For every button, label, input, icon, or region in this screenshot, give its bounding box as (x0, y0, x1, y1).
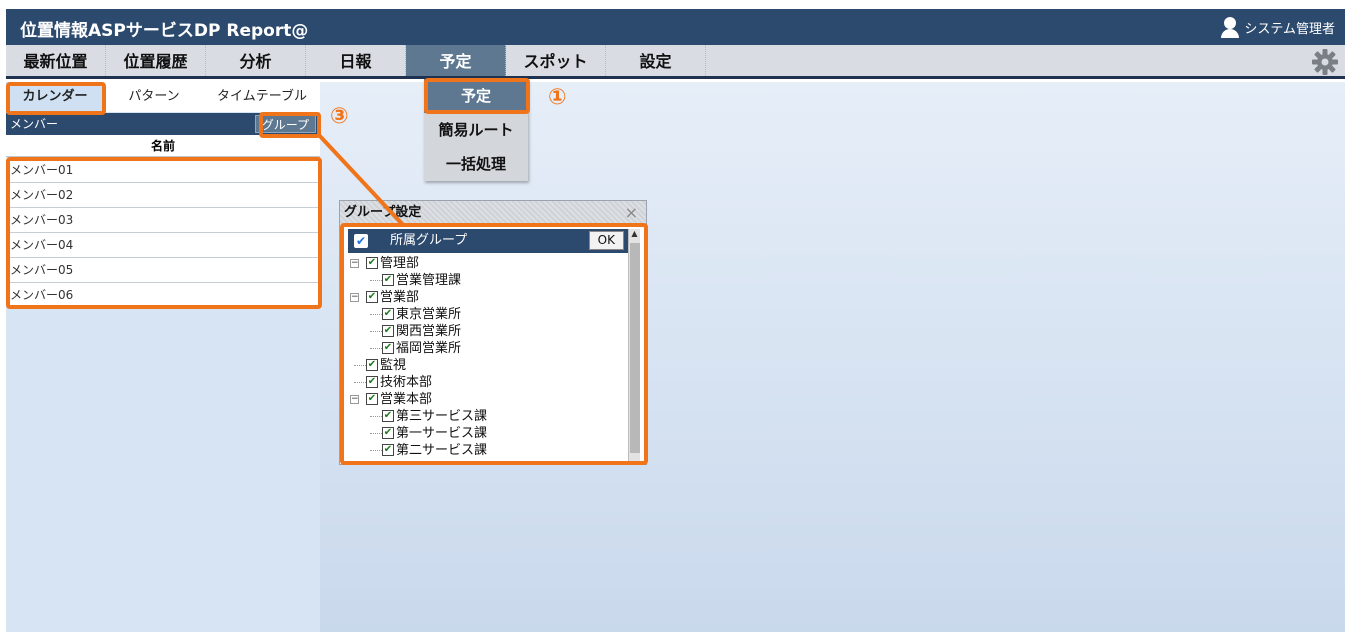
tree-node[interactable]: − ✔ 管理部 (348, 255, 628, 272)
column-header-name[interactable]: 名前 (6, 135, 320, 157)
tree-node[interactable]: − ✔ 営業部 (348, 289, 628, 306)
tree-node[interactable]: ✔ 技術本部 (348, 374, 628, 391)
nav-schedule[interactable]: 予定 (406, 45, 506, 76)
group-checkbox[interactable]: ✔ (382, 342, 394, 354)
group-checkbox[interactable]: ✔ (382, 274, 394, 286)
member-list: メンバー01 メンバー02 メンバー03 メンバー04 メンバー05 メンバー0… (6, 158, 320, 308)
tree-node[interactable]: ✔ 第三サービス課 (348, 408, 628, 425)
tree-line (370, 450, 382, 451)
tree-node[interactable]: ✔ 福岡営業所 (348, 340, 628, 357)
scroll-thumb[interactable] (630, 243, 640, 453)
list-item[interactable]: メンバー05 (6, 258, 320, 283)
title-bar: 位置情報ASPサービスDP Report@ システム管理者 (6, 9, 1345, 45)
tree-node-label: 営業本部 (380, 392, 433, 407)
collapse-icon[interactable]: − (350, 293, 359, 302)
marker-one: ① (548, 85, 567, 110)
tree-line (370, 416, 382, 417)
group-checkbox[interactable]: ✔ (382, 410, 394, 422)
tree-node[interactable]: − ✔ 営業本部 (348, 391, 628, 408)
schedule-dropdown: 予定 簡易ルート 一括処理 (424, 79, 528, 181)
tree-node-label: 東京営業所 (396, 307, 462, 322)
group-checkbox[interactable]: ✔ (382, 308, 394, 320)
user-menu[interactable]: システム管理者 (1220, 17, 1335, 38)
tree-line (354, 382, 366, 383)
tree-node[interactable]: ✔ 東京営業所 (348, 306, 628, 323)
tree-node-label: 福岡営業所 (396, 341, 462, 356)
member-header: メンバー グループ (6, 113, 320, 135)
tree-line (370, 280, 382, 281)
select-all-checkbox[interactable]: ✔ (354, 234, 368, 248)
tree-line (370, 348, 382, 349)
group-checkbox[interactable]: ✔ (382, 427, 394, 439)
group-checkbox[interactable]: ✔ (366, 257, 378, 269)
gear-icon[interactable] (1311, 48, 1339, 76)
nav-latest-position[interactable]: 最新位置 (6, 45, 106, 76)
app-title: 位置情報ASPサービスDP Report@ (20, 21, 309, 41)
nav-daily-report[interactable]: 日報 (306, 45, 406, 76)
close-icon[interactable]: × (625, 201, 638, 225)
tree-node-label: 営業部 (380, 290, 420, 305)
group-header-label: 所属グループ (390, 233, 468, 248)
menu-item-batch[interactable]: 一括処理 (424, 147, 528, 181)
group-button[interactable]: グループ (254, 115, 316, 133)
user-name: システム管理者 (1244, 21, 1335, 37)
list-item[interactable]: メンバー06 (6, 283, 320, 308)
scrollbar[interactable]: ▲ (628, 229, 640, 463)
main-nav: 最新位置 位置履歴 分析 日報 予定 スポット 設定 (6, 45, 1345, 79)
tree-node-label: 第三サービス課 (396, 409, 488, 424)
tree-node-label: 技術本部 (380, 375, 433, 390)
group-checkbox[interactable]: ✔ (366, 291, 378, 303)
menu-item-schedule[interactable]: 予定 (424, 79, 528, 113)
ok-button[interactable]: OK (588, 231, 624, 250)
group-checkbox[interactable]: ✔ (382, 325, 394, 337)
tree-line (370, 433, 382, 434)
nav-position-history[interactable]: 位置履歴 (106, 45, 206, 76)
tab-pattern[interactable]: パターン (104, 82, 204, 112)
dialog-title[interactable]: グループ設定 × (340, 201, 646, 225)
tree-line (354, 365, 366, 366)
tree-node[interactable]: ✔ 関西営業所 (348, 323, 628, 340)
tree-node[interactable]: ✔ 第二サービス課 (348, 442, 628, 459)
tree-node-label: 関西営業所 (396, 324, 462, 339)
collapse-icon[interactable]: − (350, 395, 359, 404)
group-checkbox[interactable]: ✔ (366, 359, 378, 371)
user-icon (1220, 17, 1240, 38)
list-item[interactable]: メンバー03 (6, 208, 320, 233)
tree-node-label: 第一サービス課 (396, 426, 488, 441)
group-checkbox[interactable]: ✔ (366, 376, 378, 388)
group-tree: − ✔ 管理部 ✔ 営業管理課 − ✔ 営業部 ✔ 東京営業所 ✔ 関西営業所 ✔ 福岡営業所 ✔ 監視 ✔ 技術… (348, 255, 628, 461)
tree-node-label: 監視 (380, 358, 407, 373)
tree-node-label: 第二サービス課 (396, 443, 488, 458)
marker-three: ③ (330, 104, 349, 129)
tree-node[interactable]: ✔ 監視 (348, 357, 628, 374)
group-settings-dialog: グループ設定 × ✔ 所属グループ OK ▲ − ✔ 管理部 ✔ 営業管理課 − ✔ 営業部 ✔… (339, 200, 647, 465)
tree-node-label: 管理部 (380, 256, 420, 271)
scroll-up-icon[interactable]: ▲ (629, 229, 640, 238)
nav-analysis[interactable]: 分析 (206, 45, 306, 76)
tab-timetable[interactable]: タイムテーブル (204, 82, 320, 112)
dialog-title-text: グループ設定 (344, 205, 422, 220)
nav-settings[interactable]: 設定 (606, 45, 706, 76)
tree-line (370, 314, 382, 315)
member-panel: カレンダー パターン タイムテーブル メンバー グループ 名前 メンバー01 メ… (6, 82, 320, 632)
sub-nav: カレンダー パターン タイムテーブル (6, 82, 320, 112)
nav-spot[interactable]: スポット (506, 45, 606, 76)
list-item[interactable]: メンバー01 (6, 158, 320, 183)
tree-node[interactable]: ✔ 営業管理課 (348, 272, 628, 289)
tree-line (370, 331, 382, 332)
list-item[interactable]: メンバー04 (6, 233, 320, 258)
tree-node-label: 営業管理課 (396, 273, 462, 288)
collapse-icon[interactable]: − (350, 259, 359, 268)
list-item[interactable]: メンバー02 (6, 183, 320, 208)
group-checkbox[interactable]: ✔ (382, 444, 394, 456)
menu-item-simple-route[interactable]: 簡易ルート (424, 113, 528, 147)
tree-node[interactable]: ✔ 第一サービス課 (348, 425, 628, 442)
group-checkbox[interactable]: ✔ (366, 393, 378, 405)
group-header: ✔ 所属グループ OK (348, 229, 630, 253)
member-header-label: メンバー (10, 117, 59, 131)
tab-calendar[interactable]: カレンダー (6, 82, 104, 112)
